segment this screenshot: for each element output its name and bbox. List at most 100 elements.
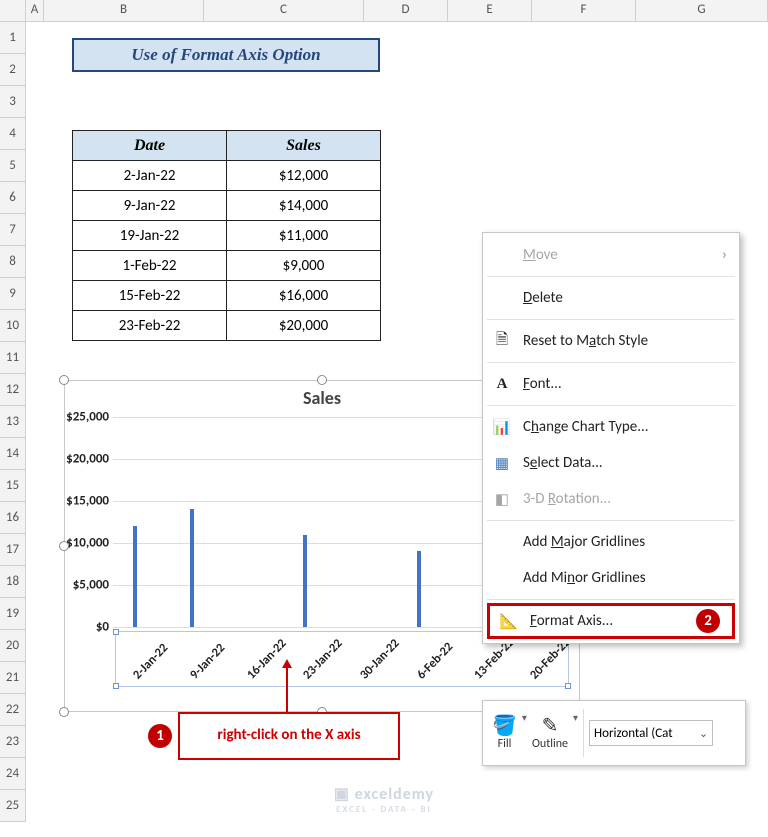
row-header[interactable]: 16 [0, 502, 26, 534]
row-header[interactable]: 4 [0, 118, 26, 150]
dropdown-caret-icon[interactable]: ▾ [522, 711, 527, 724]
chart-type-icon: 📊 [491, 418, 513, 437]
chevron-down-icon: ⌄ [699, 727, 708, 740]
column-header[interactable]: C [204, 0, 364, 22]
table-row[interactable]: 1-Feb-22$9,000 [73, 251, 381, 281]
menu-3d-rotation: ◧ 3-D Rotation... [483, 481, 739, 517]
dropdown-caret-icon[interactable]: ▾ [573, 711, 578, 724]
x-axis-tick[interactable]: 30-Jan-22 [357, 636, 403, 682]
menu-add-minor-gridlines[interactable]: Add Minor Gridlines [483, 560, 739, 596]
row-header[interactable]: 1 [0, 22, 26, 54]
x-axis-tick[interactable]: 2-Jan-22 [130, 641, 171, 683]
outline-button[interactable]: ✎ Outline [529, 713, 571, 753]
column-header[interactable]: D [364, 0, 448, 22]
menu-font[interactable]: A Font... [483, 366, 739, 402]
row-header[interactable]: 22 [0, 694, 26, 726]
page-title-text: Use of Format Axis Option [131, 45, 320, 65]
row-header[interactable]: 5 [0, 150, 26, 182]
x-axis-tick[interactable]: 6-Feb-22 [414, 639, 456, 682]
cell-sales[interactable]: $11,000 [227, 221, 381, 251]
row-header[interactable]: 2 [0, 54, 26, 86]
row-header[interactable]: 20 [0, 630, 26, 662]
fill-label: Fill [498, 737, 512, 751]
row-header[interactable]: 14 [0, 438, 26, 470]
annotation-callout: right-click on the X axis [178, 712, 400, 760]
th-sales[interactable]: Sales [227, 131, 381, 161]
cell-date[interactable]: 23-Feb-22 [73, 311, 227, 341]
row-header[interactable]: 8 [0, 246, 26, 278]
row-header[interactable]: 13 [0, 406, 26, 438]
x-axis-tick[interactable]: 9-Jan-22 [187, 641, 228, 683]
select-all-corner[interactable] [0, 0, 26, 22]
chart-bar[interactable] [133, 526, 137, 627]
row-header[interactable]: 12 [0, 374, 26, 406]
column-header[interactable]: G [636, 0, 768, 22]
chart-handle[interactable] [59, 541, 69, 551]
table-row[interactable]: 9-Jan-22$14,000 [73, 191, 381, 221]
cell-date[interactable]: 2-Jan-22 [73, 161, 227, 191]
table-row[interactable]: 15-Feb-22$16,000 [73, 281, 381, 311]
row-header[interactable]: 18 [0, 566, 26, 598]
watermark-tagline: EXCEL · DATA · BI [0, 804, 768, 815]
row-header[interactable]: 23 [0, 726, 26, 758]
menu-select-data[interactable]: ▦ Select Data... [483, 445, 739, 481]
row-header[interactable]: 17 [0, 534, 26, 566]
table-row[interactable]: 23-Feb-22$20,000 [73, 311, 381, 341]
row-header[interactable]: 6 [0, 182, 26, 214]
column-header[interactable]: F [532, 0, 636, 22]
chart-bar[interactable] [417, 551, 421, 627]
menu-move: Move › [483, 237, 739, 273]
row-header[interactable]: 15 [0, 470, 26, 502]
cell-date[interactable]: 9-Jan-22 [73, 191, 227, 221]
fill-button[interactable]: 🪣 Fill [489, 713, 520, 753]
chart-handle[interactable] [59, 375, 69, 385]
menu-format-axis[interactable]: 📐 Format Axis... 2 [487, 603, 735, 639]
callout-text: right-click on the X axis [217, 727, 360, 744]
cell-date[interactable]: 15-Feb-22 [73, 281, 227, 311]
row-header[interactable]: 7 [0, 214, 26, 246]
chart-handle[interactable] [59, 707, 69, 717]
column-header[interactable]: E [448, 0, 532, 22]
y-axis-tick: $0 [65, 620, 109, 635]
chart-bar[interactable] [190, 509, 194, 627]
format-axis-icon: 📐 [498, 612, 520, 631]
table-row[interactable]: 2-Jan-22$12,000 [73, 161, 381, 191]
row-header[interactable]: 19 [0, 598, 26, 630]
chart-element-combobox[interactable]: Horizontal (Cat ⌄ [589, 720, 713, 746]
y-axis-tick: $20,000 [65, 452, 109, 467]
row-header[interactable]: 10 [0, 310, 26, 342]
step-badge-2: 2 [696, 609, 720, 633]
cell-sales[interactable]: $12,000 [227, 161, 381, 191]
th-date[interactable]: Date [73, 131, 227, 161]
cell-date[interactable]: 1-Feb-22 [73, 251, 227, 281]
cell-date[interactable]: 19-Jan-22 [73, 221, 227, 251]
row-header[interactable]: 3 [0, 86, 26, 118]
combobox-value: Horizontal (Cat [594, 726, 673, 741]
y-axis-tick: $10,000 [65, 536, 109, 551]
excel-worksheet: ABCDEFG 12345678910111213141516171819202… [0, 0, 768, 837]
chart-handle[interactable] [317, 375, 327, 385]
cell-sales[interactable]: $9,000 [227, 251, 381, 281]
font-icon: A [491, 376, 513, 393]
chart-bar[interactable] [303, 535, 307, 627]
row-header[interactable]: 21 [0, 662, 26, 694]
select-data-icon: ▦ [491, 454, 513, 473]
watermark: ▣ exceldemy EXCEL · DATA · BI [0, 784, 768, 815]
column-header[interactable]: B [44, 0, 204, 22]
sales-table[interactable]: Date Sales 2-Jan-22$12,0009-Jan-22$14,00… [72, 130, 381, 341]
menu-add-major-gridlines[interactable]: Add Major Gridlines [483, 524, 739, 560]
table-row[interactable]: 19-Jan-22$11,000 [73, 221, 381, 251]
menu-change-chart-type[interactable]: 📊 Change Chart Type... [483, 409, 739, 445]
menu-reset-style[interactable]: 🗎 Reset to Match Style [483, 323, 739, 359]
row-header[interactable]: 9 [0, 278, 26, 310]
menu-delete[interactable]: Delete [483, 280, 739, 316]
cell-sales[interactable]: $14,000 [227, 191, 381, 221]
cell-sales[interactable]: $20,000 [227, 311, 381, 341]
cell-sales[interactable]: $16,000 [227, 281, 381, 311]
x-axis-tick[interactable]: 23-Jan-22 [300, 636, 346, 682]
chevron-right-icon: › [722, 246, 727, 264]
watermark-icon: ▣ [334, 785, 355, 804]
row-header[interactable]: 11 [0, 342, 26, 374]
column-header[interactable]: A [26, 0, 44, 22]
column-headers: ABCDEFG [26, 0, 768, 22]
